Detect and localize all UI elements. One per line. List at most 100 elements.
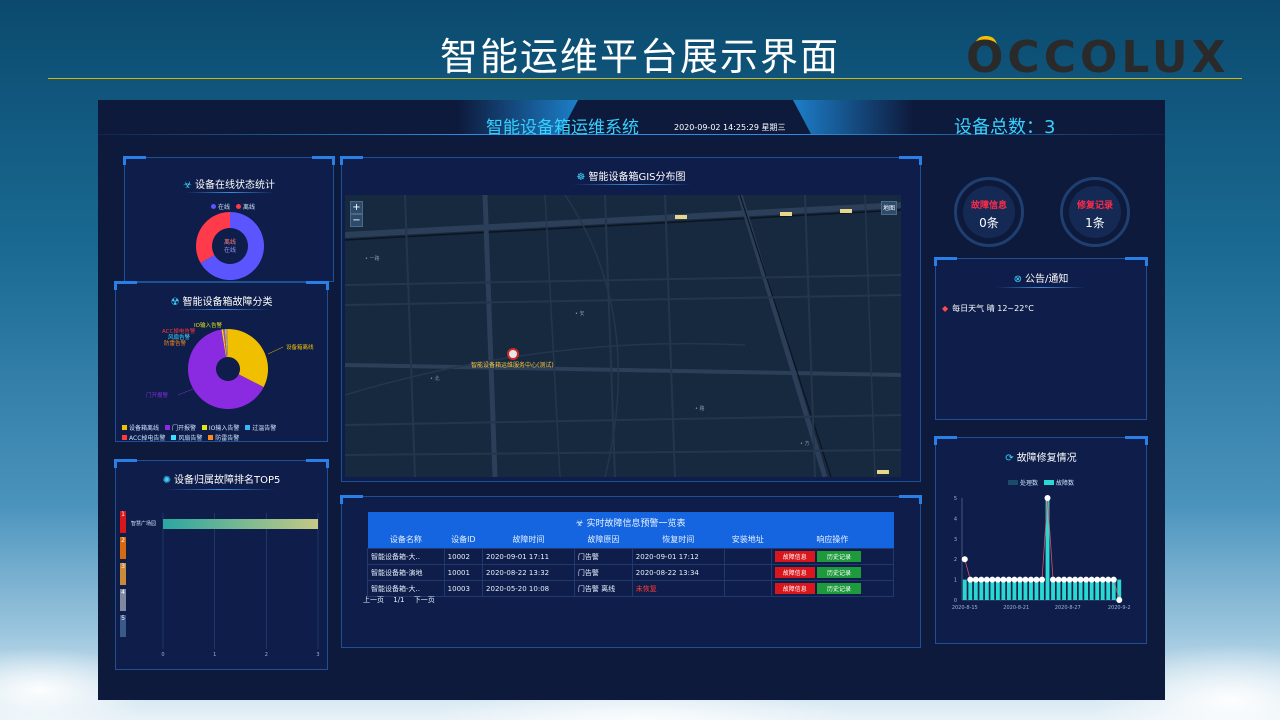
repair-bar [973,579,978,600]
fault-info-value: 0条 [979,216,999,230]
repair-bar [1018,579,1022,600]
next-page-link[interactable]: 下一页 [414,596,435,604]
zoom-in-button[interactable]: + [350,201,363,214]
column-header: 故障原因 [587,535,620,544]
map-layer-button[interactable]: 地图 [881,201,897,215]
zoom-out-button[interactable]: − [350,214,363,227]
history-button[interactable]: 历史记录 [817,583,862,594]
repair-bar [1001,579,1006,600]
top5-gridlines [162,513,319,649]
repair-y-tick-label: 2 [954,557,957,563]
cell-device-id: 10002 [443,548,484,565]
repair-bar [1056,579,1061,600]
cell-address [723,564,772,581]
fault-info-button[interactable]: 故障信息 [774,567,815,578]
repair-chart-title: ⟳ 故障修复情况 [1005,453,1077,464]
alarm-table-title: ☣ 实时故障信息预警一览表 [575,519,686,529]
cell-address [723,548,772,565]
legend-label: IO输入告警 [208,425,240,432]
repair-point [961,556,968,563]
repair-point [1033,576,1040,583]
title-underline [996,287,1086,288]
column-header: 故障时间 [512,535,545,544]
repair-bar [962,579,967,600]
map-road-badge [877,470,889,474]
map-poi: • 方 [800,441,810,447]
history-button[interactable]: 历史记录 [817,567,862,578]
slice-label-door: 门开报警 [146,391,169,399]
cell-recover-time: 2020-09-01 17:12 [631,548,725,565]
repair-y-tick-label: 0 [954,598,957,604]
repair-point [978,576,985,583]
legend-offline-dot [235,204,241,209]
fault-category-slice-0 [228,329,268,388]
repair-bar [1051,579,1055,600]
history-button[interactable]: 历史记录 [817,551,862,562]
notice-title: ⊗ 公告/通知 [1013,274,1069,285]
repair-point [1116,597,1123,603]
fault-info-ring[interactable]: 故障信息 0条 [954,177,1024,247]
gis-title: ☸ 智能设备箱GIS分布图 [576,172,686,183]
slice-label-io: IO输入告警 [194,321,222,329]
repair-bar [1073,579,1078,600]
leader-line-offline [267,346,284,355]
repair-bar [1034,579,1039,600]
title-underline [176,309,271,310]
cell-fault-time: 2020-09-01 17:11 [482,548,575,565]
repair-point [1066,576,1073,583]
legend-dot [201,425,207,430]
alarm-table: ☣ 实时故障信息预警一览表 设备名称 设备ID 故障时间 故障原因 恢复时间 安… [367,512,895,597]
map-poi: • 北 [430,376,440,382]
fault-category-donut: 设备箱离线 门开报警 IO输入告警 ACC掉电告警 风扇告警 防雷告警 [146,321,314,409]
top5-bars [163,519,318,529]
cell-actions: 故障信息 历史记录 [770,564,895,581]
radiation-icon: ☢ [170,297,180,308]
cell-reason: 门告警 [573,548,633,565]
donut-center-offline: 离线 [224,238,236,246]
repair-record-value: 1条 [1085,216,1105,230]
device-marker[interactable] [507,348,519,360]
top5-tick-label: 1 [213,652,216,658]
repair-bar [1062,579,1066,600]
legend-dot [171,435,177,440]
cell-reason: 门告警 离线 [573,580,633,597]
header-decoration-right [793,100,913,134]
fault-info-button[interactable]: 故障信息 [774,583,815,594]
repair-y-tick-label: 3 [954,537,957,543]
prev-page-link[interactable]: 上一页 [363,596,384,604]
repair-point [994,576,1001,583]
map-poi: • 路 [695,406,705,412]
device-marker-label: 智能设备箱运维服务中心(测试) [471,362,554,369]
column-header: 设备ID [451,535,476,544]
repair-y-tick-label: 1 [954,578,957,584]
legend-dot [245,425,251,430]
legend-online-dot [211,204,216,209]
repair-x-tick-label: 2020-8-27 [1055,605,1081,611]
donut-online-slices [196,212,264,280]
fault-info-label: 故障信息 [970,201,1007,211]
column-header: 安装地址 [731,535,764,544]
dashboard-title: 智能设备箱运维系统 [486,118,639,138]
notice-item[interactable]: ◆ 每日天气 晴 12~22°C [942,303,1034,314]
legend-dot [1008,480,1018,485]
repair-record-ring[interactable]: 修复记录 1条 [1060,177,1130,247]
repair-point [1105,576,1112,583]
legend-label: ACC掉电告警 [129,435,166,442]
device-total: 设备总数：3 [954,117,1056,138]
repair-point [1000,576,1007,583]
legend-label: 门开报警 [171,425,196,432]
dashboard-datetime: 2020-09-02 14:25:29 星期三 [674,123,786,132]
column-header: 响应操作 [816,535,849,544]
fault-info-button[interactable]: 故障信息 [774,551,815,562]
repair-point [1027,576,1034,583]
map-road-badge [780,212,792,216]
repair-point [1016,576,1023,583]
repair-bar [1006,579,1011,600]
repair-bar [1012,579,1017,600]
repair-point [1094,576,1101,583]
repair-bar [984,579,989,600]
legend-dot [122,425,127,430]
gis-map[interactable]: • 一路 • 安 • 北 • 路 • 方 + − 地图 智能设备箱运维服务中心(… [345,195,901,477]
repair-point [1088,576,1095,583]
repair-bar [1023,579,1028,600]
